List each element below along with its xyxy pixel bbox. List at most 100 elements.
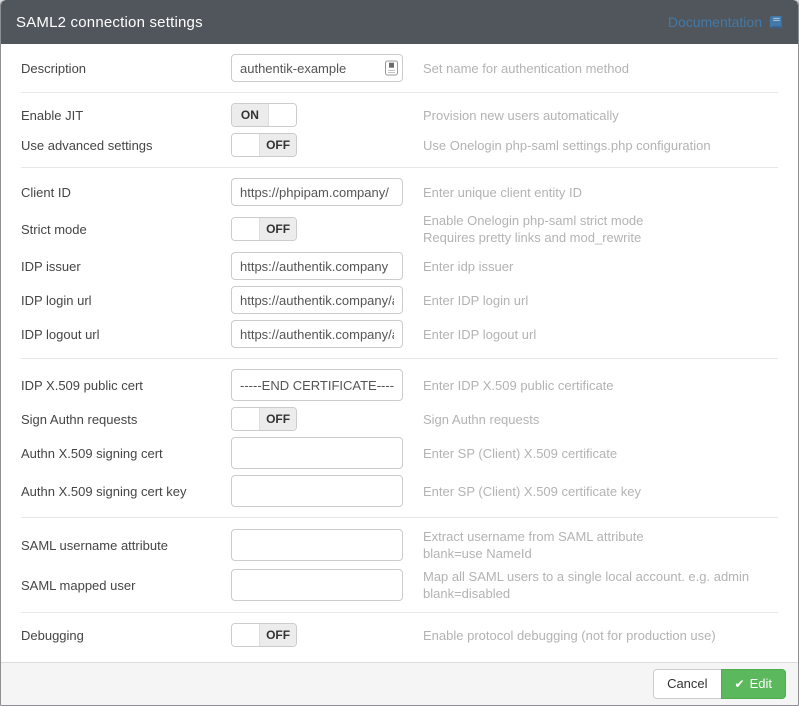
- input-authn-x-509-signing-cert[interactable]: [231, 437, 403, 469]
- form-row-debugging: Debugging OFF Enable protocol debugging (n…: [21, 620, 778, 650]
- field-label-description: Description: [21, 61, 231, 76]
- form-row-saml-mapped-user: SAML mapped user Map all SAML users to a …: [21, 565, 778, 605]
- field-label-client-id: Client ID: [21, 185, 231, 200]
- field-label-debugging: Debugging: [21, 628, 231, 643]
- input-authn-x-509-signing-cert-key[interactable]: [231, 475, 403, 507]
- toggle-handle: [232, 624, 260, 646]
- input-saml-mapped-user[interactable]: [231, 569, 403, 601]
- form-row-idp-login-url: IDP login url Enter IDP login url: [21, 283, 778, 317]
- input-description[interactable]: [231, 54, 403, 82]
- field-help-strict-mode: Enable Onelogin php-saml strict modeRequ…: [423, 212, 643, 246]
- field-help-authn-x-509-signing-cert-key: Enter SP (Client) X.509 certificate key: [423, 483, 641, 500]
- field-help-debugging: Enable protocol debugging (not for produ…: [423, 627, 716, 644]
- toggle-enable-jit[interactable]: ON: [231, 103, 297, 127]
- modal-body: Description Set name for authentication m…: [1, 44, 798, 662]
- field-label-idp-x-509-public-cert: IDP X.509 public cert: [21, 378, 231, 393]
- field-help-idp-login-url: Enter IDP login url: [423, 292, 528, 309]
- input-idp-login-url[interactable]: [231, 286, 403, 314]
- field-label-idp-login-url: IDP login url: [21, 293, 231, 308]
- field-help-sign-authn-requests: Sign Authn requests: [423, 411, 539, 428]
- help-line: Enable protocol debugging (not for produ…: [423, 627, 716, 644]
- field-label-idp-issuer: IDP issuer: [21, 259, 231, 274]
- help-line: Extract username from SAML attribute: [423, 528, 644, 545]
- input-client-id[interactable]: [231, 178, 403, 206]
- field-help-idp-logout-url: Enter IDP logout url: [423, 326, 536, 343]
- form-row-enable-jit: Enable JITONProvision new users automati…: [21, 100, 778, 130]
- input-saml-username-attribute[interactable]: [231, 529, 403, 561]
- toggle-state-label: OFF: [260, 624, 296, 646]
- toggle-handle: [232, 408, 260, 430]
- help-line: Enter IDP X.509 public certificate: [423, 377, 614, 394]
- help-line: Enter IDP logout url: [423, 326, 536, 343]
- toggle-use-advanced-settings[interactable]: OFF: [231, 133, 297, 157]
- help-line: Use Onelogin php-saml settings.php confi…: [423, 137, 711, 154]
- toggle-sign-authn-requests[interactable]: OFF: [231, 407, 297, 431]
- form-section-5: SAML username attribute Extract username …: [21, 518, 778, 613]
- field-label-saml-mapped-user: SAML mapped user: [21, 578, 231, 593]
- field-help-client-id: Enter unique client entity ID: [423, 184, 582, 201]
- field-help-enable-jit: Provision new users automatically: [423, 107, 619, 124]
- help-line: Sign Authn requests: [423, 411, 539, 428]
- cancel-button[interactable]: Cancel: [653, 669, 721, 699]
- field-label-saml-username-attribute: SAML username attribute: [21, 538, 231, 553]
- input-idp-x-509-public-cert[interactable]: [231, 369, 403, 401]
- edit-button-label: Edit: [750, 670, 772, 698]
- form-row-authn-x-509-signing-cert-key: Authn X.509 signing cert keyEnter SP (Cl…: [21, 472, 778, 510]
- field-help-use-advanced-settings: Use Onelogin php-saml settings.php confi…: [423, 137, 711, 154]
- field-label-use-advanced-settings: Use advanced settings: [21, 138, 231, 153]
- form-row-idp-logout-url: IDP logout url Enter IDP logout url: [21, 317, 778, 351]
- toggle-handle: [232, 134, 260, 156]
- help-line: Provision new users automatically: [423, 107, 619, 124]
- form-section-3: Client ID Enter unique client entity ID St…: [21, 168, 778, 359]
- form-row-client-id: Client ID Enter unique client entity ID: [21, 175, 778, 209]
- check-icon: ✔: [735, 678, 745, 690]
- toggle-state-label: OFF: [260, 134, 296, 156]
- documentation-link-label: Documentation: [668, 14, 762, 30]
- form-section-1: Description Set name for authentication m…: [21, 44, 778, 93]
- form-row-strict-mode: Strict mode OFF Enable Onelogin php-saml s…: [21, 209, 778, 249]
- field-help-idp-x-509-public-cert: Enter IDP X.509 public certificate: [423, 377, 614, 394]
- edit-button[interactable]: ✔ Edit: [721, 669, 786, 699]
- form-row-idp-x-509-public-cert: IDP X.509 public cert Enter IDP X.509 pub…: [21, 366, 778, 404]
- field-help-saml-username-attribute: Extract username from SAML attributeblan…: [423, 528, 644, 562]
- toggle-handle: [232, 218, 260, 240]
- field-help-authn-x-509-signing-cert: Enter SP (Client) X.509 certificate: [423, 445, 617, 462]
- form-section-4: IDP X.509 public cert Enter IDP X.509 pub…: [21, 359, 778, 518]
- toggle-debugging[interactable]: OFF: [231, 623, 297, 647]
- documentation-link[interactable]: Documentation: [668, 14, 783, 30]
- input-idp-logout-url[interactable]: [231, 320, 403, 348]
- help-line: Map all SAML users to a single local acc…: [423, 568, 749, 585]
- field-label-authn-x-509-signing-cert: Authn X.509 signing cert: [21, 446, 231, 461]
- toggle-strict-mode[interactable]: OFF: [231, 217, 297, 241]
- saml2-settings-modal: SAML2 connection settings Documentation …: [0, 0, 799, 706]
- field-label-strict-mode: Strict mode: [21, 222, 231, 237]
- book-icon: [768, 15, 783, 30]
- form-section-2: Enable JITONProvision new users automati…: [21, 93, 778, 168]
- help-line: Enter IDP login url: [423, 292, 528, 309]
- help-line: Enable Onelogin php-saml strict mode: [423, 212, 643, 229]
- help-line: blank=disabled: [423, 585, 749, 602]
- input-readonly-icon: [385, 61, 398, 76]
- form-row-authn-x-509-signing-cert: Authn X.509 signing cert Enter SP (Client…: [21, 434, 778, 472]
- help-line: Set name for authentication method: [423, 60, 629, 77]
- form-row-saml-username-attribute: SAML username attribute Extract username …: [21, 525, 778, 565]
- modal-title: SAML2 connection settings: [16, 14, 203, 31]
- field-label-idp-logout-url: IDP logout url: [21, 327, 231, 342]
- help-line: Enter SP (Client) X.509 certificate: [423, 445, 617, 462]
- help-line: Enter SP (Client) X.509 certificate key: [423, 483, 641, 500]
- field-help-saml-mapped-user: Map all SAML users to a single local acc…: [423, 568, 749, 602]
- form-row-sign-authn-requests: Sign Authn requestsOFFSign Authn request…: [21, 404, 778, 434]
- toggle-state-label: ON: [232, 104, 268, 126]
- field-help-idp-issuer: Enter idp issuer: [423, 258, 513, 275]
- help-line: Requires pretty links and mod_rewrite: [423, 229, 643, 246]
- field-help-description: Set name for authentication method: [423, 60, 629, 77]
- form-row-description: Description Set name for authentication m…: [21, 51, 778, 85]
- modal-footer: Cancel ✔ Edit: [1, 662, 798, 705]
- modal-header: SAML2 connection settings Documentation: [1, 0, 798, 44]
- form-row-idp-issuer: IDP issuer Enter idp issuer: [21, 249, 778, 283]
- toggle-state-label: OFF: [260, 218, 296, 240]
- form-section-6: Debugging OFF Enable protocol debugging (n…: [21, 613, 778, 657]
- field-label-sign-authn-requests: Sign Authn requests: [21, 412, 231, 427]
- help-line: blank=use NameId: [423, 545, 644, 562]
- input-idp-issuer[interactable]: [231, 252, 403, 280]
